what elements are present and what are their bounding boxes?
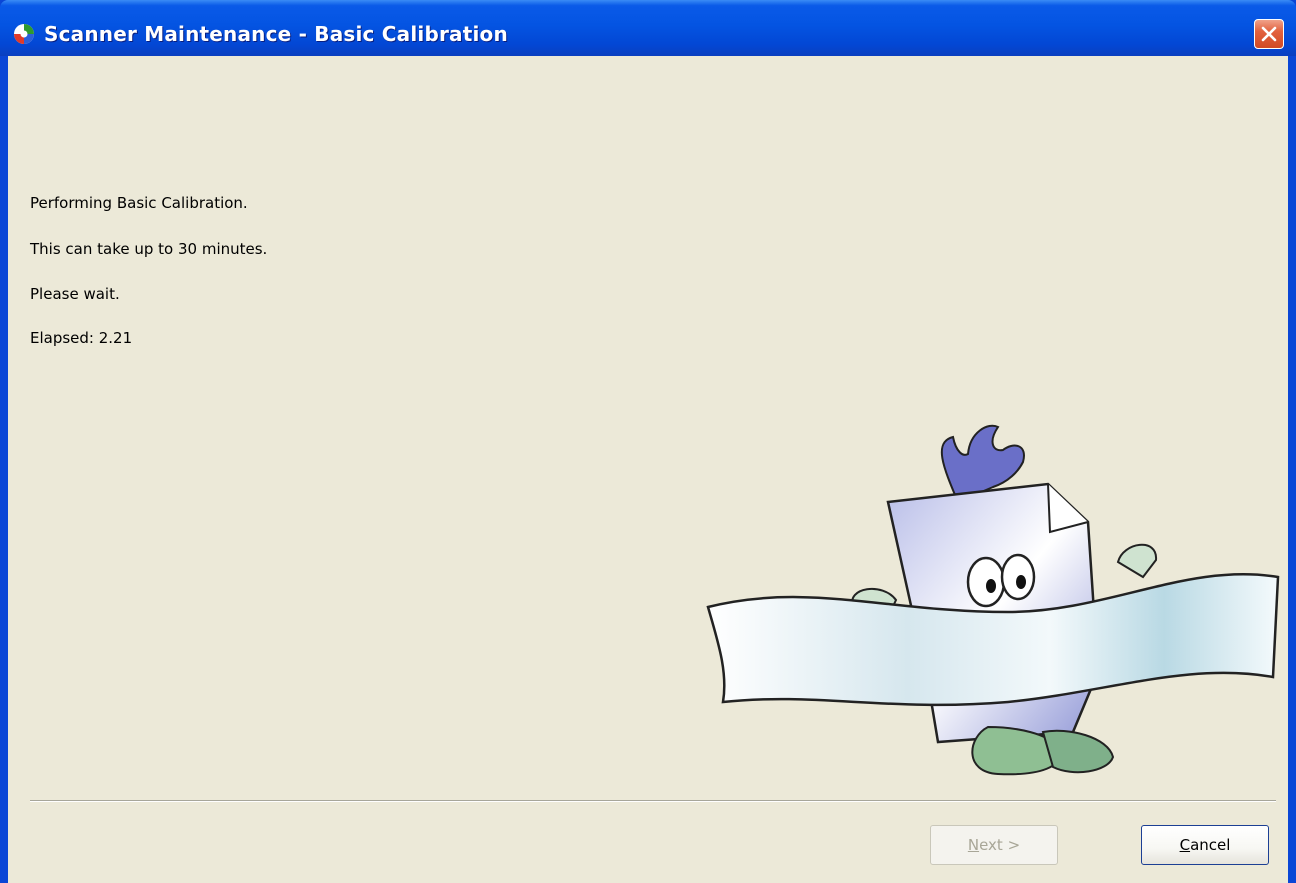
close-button[interactable]: [1254, 19, 1284, 49]
title-bar[interactable]: Scanner Maintenance - Basic Calibration: [0, 0, 1296, 56]
cancel-label: ancel: [1190, 836, 1231, 854]
next-mnemonic: N: [967, 836, 980, 854]
paper-mascot-illustration: [706, 424, 1280, 776]
close-icon: [1261, 26, 1277, 42]
dialog-client-area: Performing Basic Calibration. This can t…: [8, 56, 1288, 883]
window-title: Scanner Maintenance - Basic Calibration: [44, 22, 508, 46]
status-line-duration: This can take up to 30 minutes.: [30, 240, 268, 258]
elapsed-time-label: Elapsed: 2.21: [30, 329, 133, 347]
scanner-app-icon: [14, 24, 34, 44]
status-line-performing: Performing Basic Calibration.: [30, 194, 248, 212]
cancel-button[interactable]: Cancel: [1141, 825, 1269, 865]
footer-separator: [30, 800, 1276, 802]
next-label: ext >: [979, 836, 1021, 854]
dialog-window: Scanner Maintenance - Basic Calibration …: [0, 0, 1296, 883]
next-button[interactable]: Next >: [930, 825, 1058, 865]
cancel-mnemonic: C: [1179, 836, 1191, 854]
status-line-wait: Please wait.: [30, 285, 120, 303]
